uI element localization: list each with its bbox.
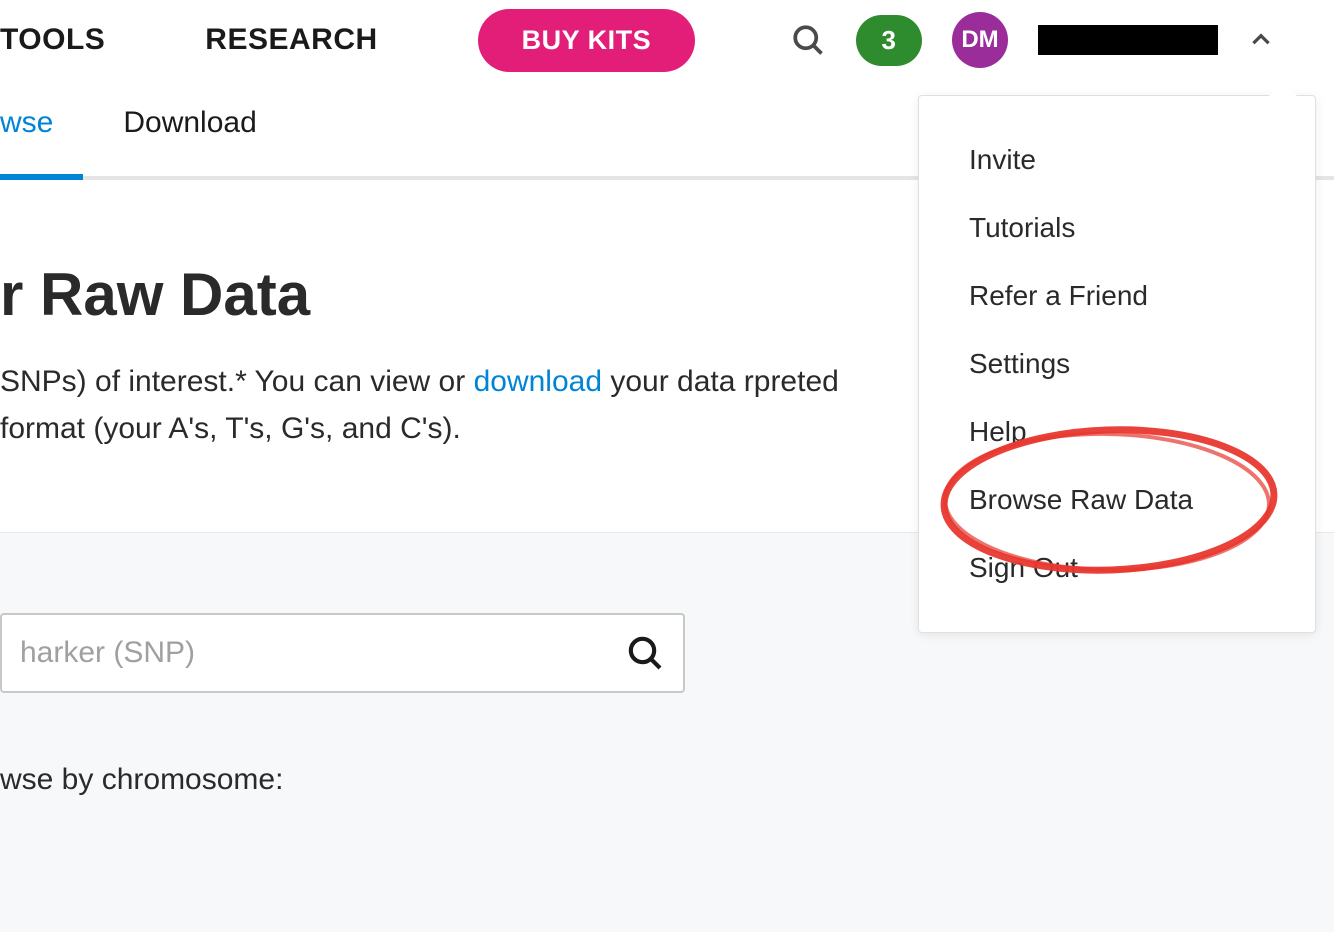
dropdown-sign-out[interactable]: Sign Out <box>919 534 1315 602</box>
search-icon[interactable] <box>790 22 826 58</box>
desc-text-1: SNPs) of interest.* You can view or <box>0 365 474 398</box>
dropdown-settings[interactable]: Settings <box>919 330 1315 398</box>
dropdown-help[interactable]: Help <box>919 398 1315 466</box>
dropdown-tutorials[interactable]: Tutorials <box>919 194 1315 262</box>
nav-right-group: 3 DM <box>790 12 1334 68</box>
nav-tools[interactable]: TOOLS <box>0 23 105 57</box>
page-description: SNPs) of interest.* You can view or down… <box>0 359 920 452</box>
notification-badge[interactable]: 3 <box>856 15 922 66</box>
search-submit-icon[interactable] <box>625 633 665 673</box>
tab-download[interactable]: Download <box>123 86 256 176</box>
username-redacted[interactable] <box>1038 25 1218 55</box>
user-dropdown-menu: Invite Tutorials Refer a Friend Settings… <box>918 95 1316 633</box>
dropdown-browse-raw-data[interactable]: Browse Raw Data <box>919 466 1315 534</box>
dropdown-refer-friend[interactable]: Refer a Friend <box>919 262 1315 330</box>
top-navigation: TOOLS RESEARCH BUY KITS 3 DM <box>0 0 1334 80</box>
dropdown-invite[interactable]: Invite <box>919 126 1315 194</box>
download-link[interactable]: download <box>474 365 602 398</box>
browse-by-chromosome-label: wse by chromosome: <box>0 763 1334 797</box>
tab-browse[interactable]: wse <box>0 86 53 176</box>
avatar[interactable]: DM <box>952 12 1008 68</box>
chevron-up-icon[interactable] <box>1248 27 1274 53</box>
search-box <box>0 613 685 693</box>
nav-research[interactable]: RESEARCH <box>205 23 377 57</box>
buy-kits-button[interactable]: BUY KITS <box>478 9 696 72</box>
search-input[interactable] <box>20 636 625 670</box>
